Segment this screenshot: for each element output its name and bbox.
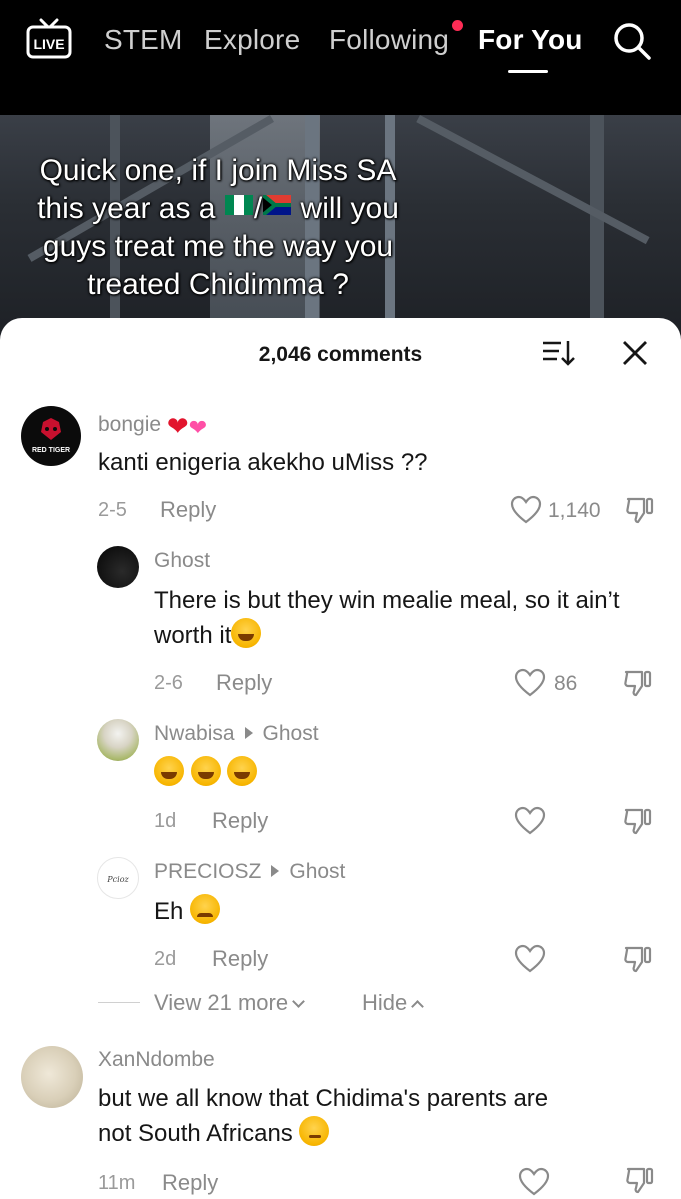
search-icon[interactable] <box>612 21 652 61</box>
reply-button[interactable]: Reply <box>162 1170 218 1196</box>
close-icon[interactable] <box>622 340 648 366</box>
svg-text:RED TIGER: RED TIGER <box>32 447 70 454</box>
dislike-icon[interactable] <box>622 943 654 975</box>
comment-date: 2-6 <box>154 672 183 694</box>
active-tab-indicator <box>508 70 548 73</box>
view-more-replies-button[interactable]: View 21 more <box>154 990 305 1016</box>
comment-date: 2d <box>154 948 177 970</box>
two-hearts-emoji: ❤ <box>188 415 208 440</box>
tab-explore[interactable]: Explore <box>204 24 300 56</box>
sort-icon[interactable] <box>541 338 575 368</box>
comment-text: but we all know that Chidima's parents a… <box>98 1085 549 1147</box>
reply-button[interactable]: Reply <box>212 946 268 972</box>
comment-text <box>154 756 258 791</box>
tab-following[interactable]: Following <box>329 24 449 56</box>
like-heart-icon[interactable] <box>514 806 546 836</box>
red-tiger-logo-icon: RED TIGER <box>32 418 70 454</box>
comment-username[interactable]: XanNdombe <box>98 1048 215 1072</box>
smirking-face-emoji <box>299 1116 330 1146</box>
video-background <box>416 115 650 245</box>
comment-text: kanti enigeria akekho uMiss ?? <box>98 449 428 476</box>
comments-count-title: 2,046 comments <box>258 343 423 366</box>
comment-date: 11m <box>98 1172 136 1194</box>
dislike-icon[interactable] <box>624 494 656 526</box>
dislike-icon[interactable] <box>624 1164 656 1196</box>
rolling-laughing-emoji <box>231 618 262 648</box>
chevron-up-icon <box>411 1000 425 1013</box>
red-heart-emoji: ❤ <box>166 411 189 441</box>
dislike-icon[interactable] <box>622 805 654 837</box>
thread-divider <box>98 1002 140 1003</box>
avatar[interactable] <box>97 546 139 588</box>
video-background <box>590 115 604 345</box>
reply-button[interactable]: Reply <box>212 808 268 834</box>
comment-username[interactable]: Ghost <box>154 549 210 573</box>
top-nav: LIVE STEM Explore Following For You <box>0 0 681 115</box>
comment-text: There is but they win mealie meal, so it… <box>154 587 620 649</box>
notification-dot <box>452 20 463 31</box>
nigeria-flag-icon <box>224 195 253 215</box>
like-heart-icon[interactable] <box>510 495 542 525</box>
avatar[interactable] <box>21 1046 83 1108</box>
hide-replies-button[interactable]: Hide <box>362 990 425 1016</box>
reply-arrow-icon <box>244 727 253 740</box>
comment-username[interactable]: PRECIOSZ Ghost <box>154 860 345 884</box>
crying-face-emoji <box>190 894 221 924</box>
rolling-laughing-emoji <box>190 756 221 786</box>
like-heart-icon[interactable] <box>514 944 546 974</box>
reply-arrow-icon <box>271 865 280 878</box>
avatar[interactable]: Pcioz <box>97 857 139 899</box>
south-africa-flag-icon <box>263 195 292 215</box>
like-heart-icon[interactable] <box>514 668 546 698</box>
preciosz-logo-icon: Pcioz <box>106 875 129 884</box>
chevron-down-icon <box>292 995 305 1008</box>
reply-button[interactable]: Reply <box>160 497 216 523</box>
svg-text:Pcioz: Pcioz <box>106 875 129 884</box>
tab-for-you[interactable]: For You <box>478 24 583 56</box>
avatar[interactable] <box>97 719 139 761</box>
rolling-laughing-emoji <box>154 756 184 786</box>
dislike-icon[interactable] <box>622 667 654 699</box>
comment-text: Eh <box>154 894 221 929</box>
video-caption: Quick one, if I join Miss SA this year a… <box>37 154 399 301</box>
avatar[interactable]: RED TIGER <box>21 406 81 466</box>
like-count: 86 <box>554 672 578 695</box>
comment-date: 2-5 <box>98 499 127 521</box>
comment-username[interactable]: bongie ❤❤ <box>98 411 207 442</box>
reply-button[interactable]: Reply <box>216 670 272 696</box>
comment-date: 1d <box>154 810 177 832</box>
comment-username[interactable]: Nwabisa Ghost <box>154 722 319 746</box>
live-icon[interactable]: LIVE <box>26 18 72 60</box>
tab-stem[interactable]: STEM <box>104 24 183 56</box>
like-heart-icon[interactable] <box>518 1167 550 1197</box>
like-count: 1,140 <box>548 499 601 522</box>
live-label: LIVE <box>33 36 64 52</box>
rolling-laughing-emoji <box>227 756 258 786</box>
